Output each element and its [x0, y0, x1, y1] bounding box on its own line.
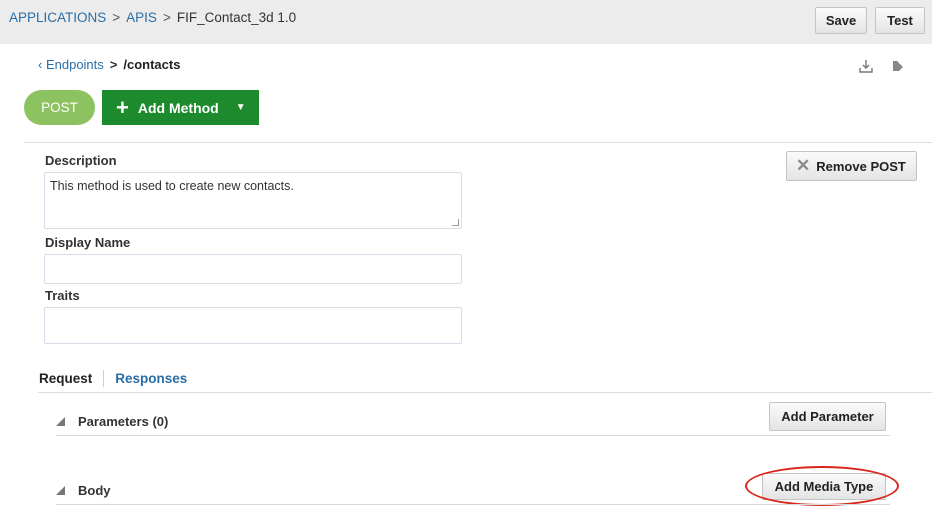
divider	[24, 142, 932, 143]
chevron-left-icon: ‹	[38, 57, 46, 72]
add-method-label: Add Method	[137, 99, 219, 116]
close-icon: ✕	[796, 156, 811, 175]
traits-input[interactable]	[44, 307, 462, 344]
display-name-label: Display Name	[45, 235, 131, 250]
parameters-title: Parameters (0)	[78, 414, 169, 429]
remove-post-label: Remove POST	[816, 158, 906, 174]
highlight-ellipse	[745, 466, 899, 506]
request-response-tabs: Request Responses	[39, 370, 187, 387]
breadcrumb-apis[interactable]: APIS	[126, 10, 157, 25]
parameters-section-toggle[interactable]: Parameters (0)	[56, 414, 168, 429]
endpoints-back-link[interactable]: ‹ Endpoints	[38, 57, 104, 72]
description-value: This method is used to create new contac…	[50, 179, 294, 193]
test-button[interactable]: Test	[875, 7, 925, 34]
download-icon[interactable]	[858, 58, 874, 74]
add-parameter-button[interactable]: Add Parameter	[769, 402, 886, 431]
plus-icon: +	[116, 94, 129, 120]
description-label: Description	[45, 153, 117, 168]
breadcrumb-separator: >	[162, 10, 171, 25]
tab-request[interactable]: Request	[39, 371, 92, 386]
method-post-pill[interactable]: POST	[24, 90, 95, 125]
endpoint-path: /contacts	[123, 57, 181, 72]
resize-grip-icon[interactable]	[452, 219, 459, 226]
body-section-toggle[interactable]: Body	[56, 483, 111, 498]
save-button[interactable]: Save	[815, 7, 867, 34]
tab-responses[interactable]: Responses	[115, 371, 187, 386]
divider	[56, 435, 890, 436]
breadcrumb-separator: >	[112, 10, 121, 25]
top-bar: APPLICATIONS > APIS > FIF_Contact_3d 1.0 Sav…	[0, 0, 932, 44]
breadcrumb-current: FIF_Contact_3d 1.0	[176, 10, 297, 25]
display-name-input[interactable]	[44, 254, 462, 284]
traits-label: Traits	[45, 288, 80, 303]
divider	[38, 392, 932, 393]
endpoint-separator: >	[109, 57, 118, 72]
remove-post-button[interactable]: ✕ Remove POST	[786, 151, 917, 181]
breadcrumb: APPLICATIONS > APIS > FIF_Contact_3d 1.0	[9, 10, 296, 25]
breadcrumb-applications[interactable]: APPLICATIONS	[9, 10, 106, 25]
add-method-button[interactable]: + Add Method ▼	[102, 90, 259, 125]
tab-divider	[103, 370, 105, 387]
body-title: Body	[78, 483, 111, 498]
caret-down-icon: ▼	[235, 102, 246, 113]
edit-icon[interactable]	[890, 58, 906, 74]
expanded-triangle-icon	[56, 486, 65, 495]
expanded-triangle-icon	[56, 417, 65, 426]
description-textarea[interactable]: This method is used to create new contac…	[44, 172, 462, 229]
divider	[56, 504, 890, 505]
endpoint-breadcrumb: ‹ Endpoints > /contacts	[38, 57, 180, 72]
